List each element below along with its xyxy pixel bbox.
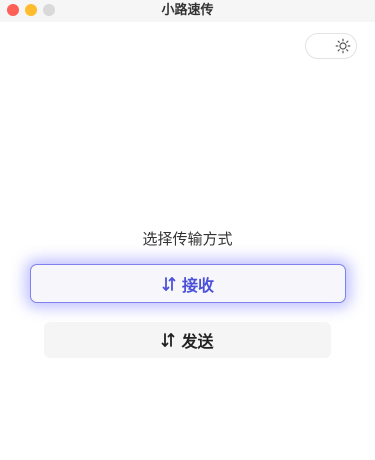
theme-toggle[interactable] <box>305 33 357 59</box>
send-button-label: 发送 <box>181 332 214 351</box>
window-title: 小路速传 <box>161 3 214 18</box>
sun-icon <box>335 38 351 54</box>
send-button[interactable]: 发送 <box>44 322 331 358</box>
receive-button[interactable]: 接收 <box>30 264 346 303</box>
transfer-arrows-icon <box>162 276 176 292</box>
transfer-mode-prompt: 选择传输方式 <box>142 230 233 248</box>
receive-button-label: 接收 <box>181 275 214 295</box>
title-bar: 小路速传 <box>0 0 375 22</box>
transfer-arrows-icon <box>161 332 175 348</box>
